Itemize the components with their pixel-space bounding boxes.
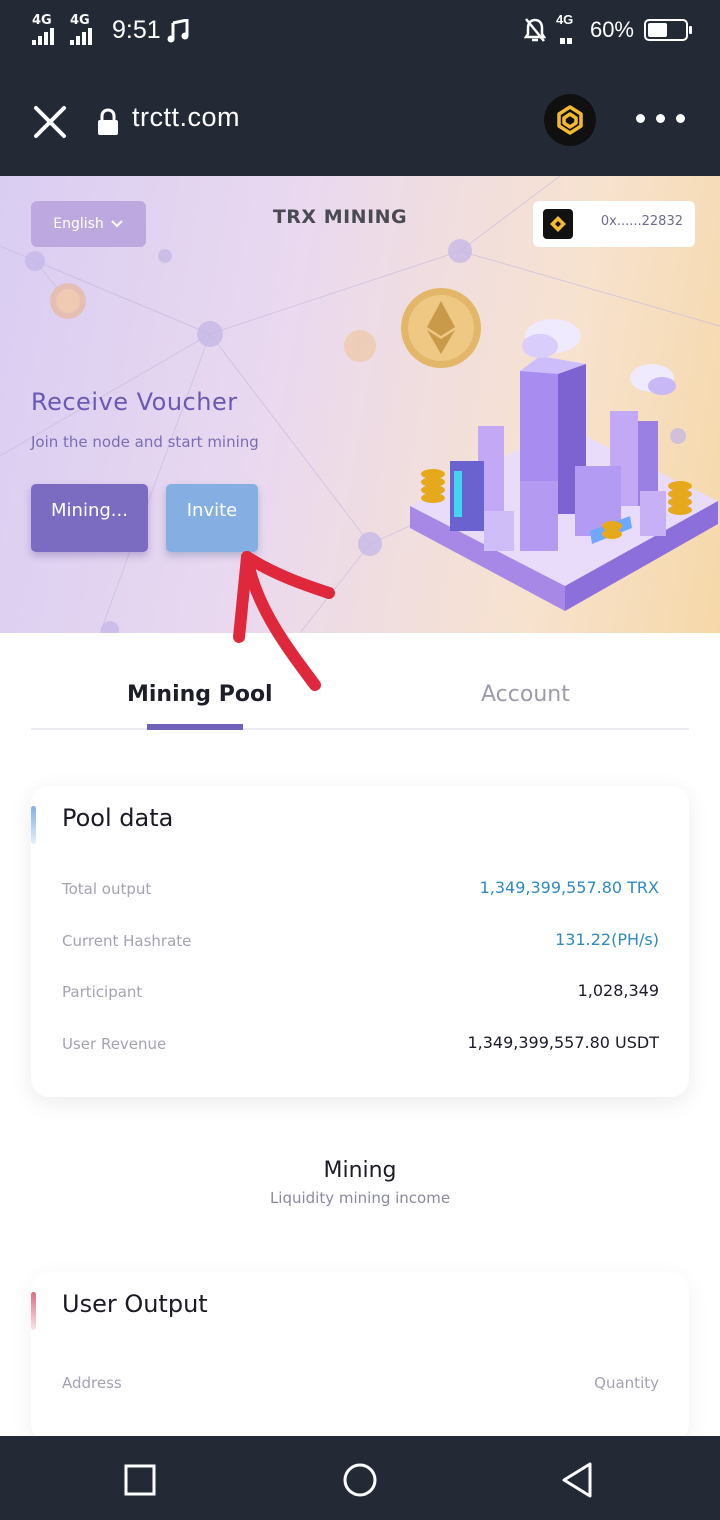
url-text[interactable]: trctt.com bbox=[132, 102, 240, 133]
section-accent-bar bbox=[31, 806, 36, 844]
ethereum-coin-illustration bbox=[401, 288, 481, 368]
row-value: 1,349,399,557.80 TRX bbox=[479, 878, 659, 897]
row-value: 131.22(PH/s) bbox=[555, 930, 659, 949]
user-output-title: User Output bbox=[62, 1290, 208, 1318]
pool-row-user-revenue: User Revenue 1,349,399,557.80 USDT bbox=[62, 1033, 659, 1057]
pool-row-participant: Participant 1,028,349 bbox=[62, 981, 659, 1005]
system-navigation-bar bbox=[0, 1436, 720, 1520]
back-icon[interactable] bbox=[558, 1460, 598, 1500]
column-header-address: Address bbox=[62, 1374, 122, 1392]
row-value: 1,028,349 bbox=[577, 981, 659, 1000]
hero-heading: Receive Voucher bbox=[31, 388, 238, 416]
annotation-arrow-icon bbox=[233, 551, 335, 691]
recent-apps-icon[interactable] bbox=[120, 1460, 160, 1500]
home-icon[interactable] bbox=[340, 1460, 380, 1500]
battery-icon bbox=[644, 19, 692, 41]
signal-icon-2: 4G bbox=[70, 13, 102, 45]
pool-row-total-output: Total output 1,349,399,557.80 TRX bbox=[62, 878, 659, 902]
row-label: Total output bbox=[62, 880, 152, 898]
browser-toolbar: trctt.com bbox=[0, 64, 720, 176]
active-tab-indicator bbox=[147, 724, 243, 730]
signal-icon-1: 4G bbox=[32, 13, 64, 45]
close-icon[interactable] bbox=[32, 104, 68, 140]
row-label: Current Hashrate bbox=[62, 932, 192, 950]
bnb-logo-icon[interactable] bbox=[544, 94, 596, 146]
bell-off-icon bbox=[523, 18, 546, 42]
user-output-card: User Output Address Quantity bbox=[31, 1272, 689, 1442]
more-menu-icon[interactable] bbox=[636, 114, 685, 123]
signal-icon-3: 4G bbox=[556, 12, 580, 44]
clock: 9:51 bbox=[112, 16, 161, 44]
status-right: 4G 60% bbox=[523, 12, 692, 44]
tab-account[interactable]: Account bbox=[481, 682, 570, 707]
row-label: Participant bbox=[62, 983, 143, 1001]
network-type-label: 4G bbox=[555, 12, 574, 27]
battery-fill bbox=[648, 23, 668, 37]
invite-button[interactable]: Invite bbox=[166, 484, 258, 552]
hero-banner: English TRX MINING 0x......22832 Receive… bbox=[0, 176, 720, 633]
hero-subheading: Join the node and start mining bbox=[31, 433, 259, 451]
music-note-icon bbox=[167, 18, 189, 42]
battery-percentage: 60% bbox=[589, 17, 634, 42]
mining-section-title: Mining bbox=[323, 1158, 397, 1183]
pool-data-card: Pool data Total output 1,349,399,557.80 … bbox=[31, 786, 689, 1097]
status-left: 4G 4G 9:51 bbox=[32, 13, 189, 45]
mining-button[interactable]: Mining... bbox=[31, 484, 148, 552]
tab-mining-pool[interactable]: Mining Pool bbox=[127, 682, 273, 707]
lock-icon bbox=[98, 108, 118, 135]
wallet-address-chip[interactable]: 0x......22832 bbox=[533, 201, 695, 247]
mining-section-subtitle: Liquidity mining income bbox=[269, 1189, 451, 1207]
status-bar: 4G 4G 9:51 4G 60% bbox=[0, 0, 720, 64]
section-accent-bar bbox=[31, 1292, 36, 1330]
pool-row-hashrate: Current Hashrate 131.22(PH/s) bbox=[62, 930, 659, 954]
bnb-wallet-icon bbox=[543, 209, 573, 239]
network-type-label: 4G bbox=[32, 12, 52, 28]
column-header-quantity: Quantity bbox=[594, 1374, 659, 1392]
row-value: 1,349,399,557.80 USDT bbox=[467, 1033, 659, 1052]
pool-data-title: Pool data bbox=[62, 804, 174, 832]
wallet-address: 0x......22832 bbox=[600, 214, 683, 229]
row-label: User Revenue bbox=[62, 1035, 167, 1053]
network-type-label: 4G bbox=[70, 12, 90, 28]
tab-bar: Mining Pool Account bbox=[31, 676, 689, 730]
